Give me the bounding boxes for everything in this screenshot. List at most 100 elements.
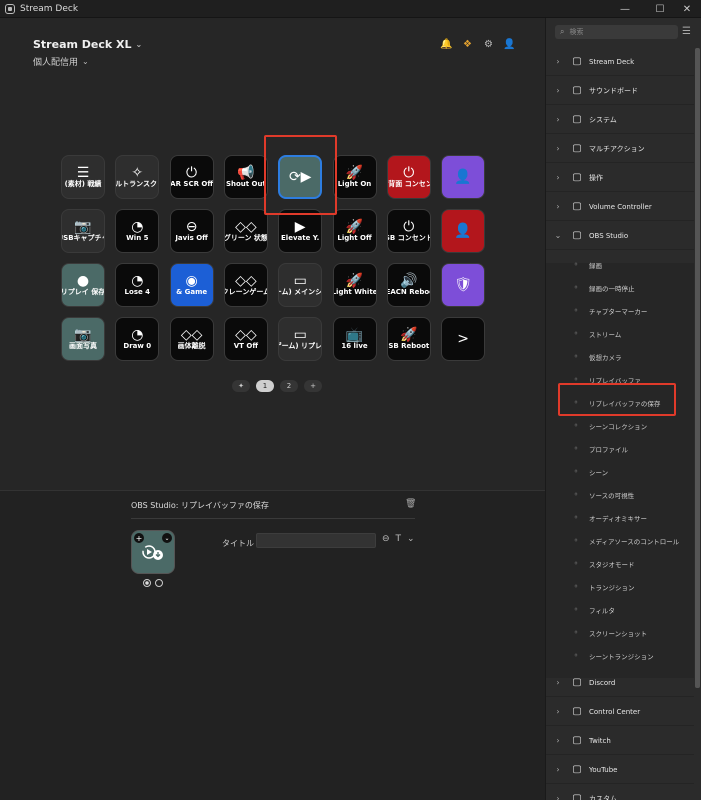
chevron-right-icon[interactable]: › [546, 173, 570, 182]
state-radio-2[interactable] [155, 579, 163, 587]
deck-key[interactable]: ◔ Win 5 [115, 209, 160, 253]
obs-action-item[interactable]: ◦ フィルタ [546, 598, 694, 621]
category-item[interactable]: › ▢ Volume Controller [546, 193, 694, 221]
category-item[interactable]: ⌄ ▢ OBS Studio [546, 222, 694, 250]
chevron-right-icon[interactable]: › [546, 794, 570, 800]
minimize-button[interactable]: — [610, 0, 640, 18]
deck-key[interactable]: 🚀 SB Reboot [386, 317, 431, 361]
chevron-right-icon[interactable]: › [546, 736, 570, 745]
deck-key[interactable]: 🚀 Light On [332, 155, 377, 199]
category-item[interactable]: › ▢ カスタム [546, 785, 694, 800]
chevron-right-icon[interactable]: › [546, 765, 570, 774]
chevron-down-icon[interactable]: ⌄ [546, 231, 570, 240]
page-2-button[interactable]: 2 [280, 380, 298, 392]
title-input[interactable] [256, 533, 376, 548]
link-icon[interactable]: ⊖ [382, 534, 390, 544]
state-radio-1[interactable] [143, 579, 151, 587]
obs-action-item[interactable]: ◦ スタジオモード [546, 552, 694, 575]
profile-selector[interactable]: 個人配信用 ⌄ [33, 55, 142, 68]
category-item[interactable]: › ▢ YouTube [546, 756, 694, 784]
deck-key[interactable]: ✧ーカルトランスク 英語 [115, 155, 160, 199]
obs-action-item[interactable]: ◦ 録画 [546, 253, 694, 276]
chevron-right-icon[interactable]: › [546, 678, 570, 687]
deck-key[interactable]: > [441, 317, 486, 361]
obs-action-item[interactable]: ◦ シーントランジション [546, 644, 694, 667]
deck-key[interactable]: ◉ & Game [169, 263, 214, 307]
obs-action-item[interactable]: ◦ シーンコレクション [546, 414, 694, 437]
chevron-down-icon[interactable]: ⌄ [407, 534, 415, 544]
deck-key[interactable]: 🔊BEACN Reboot [386, 263, 431, 307]
chevron-down-icon[interactable]: ⌄ [162, 533, 172, 543]
category-item[interactable]: › ▢ Stream Deck [546, 48, 694, 76]
font-toggle[interactable]: T [396, 534, 402, 544]
page-1-button[interactable]: 1 [256, 380, 274, 392]
category-item[interactable]: › ▢ システム [546, 106, 694, 134]
key-icon: ◔ [131, 327, 144, 343]
chevron-right-icon[interactable]: › [546, 115, 570, 124]
category-item[interactable]: › ▢ Control Center [546, 698, 694, 726]
marketplace-icon[interactable]: ❖ [461, 38, 474, 51]
obs-action-item[interactable]: ◦ 録画の一時停止 [546, 276, 694, 299]
deck-key[interactable]: ◇◇ 画体離脱 [169, 317, 214, 361]
category-item[interactable]: › ▢ Discord [546, 669, 694, 697]
deck-key[interactable]: ◇◇ クレーンゲーム [223, 263, 268, 307]
action-preview-key[interactable]: + ⌄ [131, 530, 175, 574]
sidebar-scrollbar[interactable] [695, 48, 700, 688]
trash-icon[interactable]: 🗑 [405, 499, 416, 509]
account-icon[interactable]: 👤 [503, 38, 516, 51]
chevron-right-icon[interactable]: › [546, 57, 570, 66]
obs-action-item[interactable]: ◦ 仮想カメラ [546, 345, 694, 368]
deck-key[interactable]: 📷USBキャプチャ [61, 209, 105, 253]
maximize-button[interactable]: ☐ [645, 0, 675, 18]
deck-key[interactable]: ◔ Draw 0 [115, 317, 160, 361]
deck-key[interactable]: 👤 [441, 209, 486, 253]
add-icon[interactable]: + [134, 533, 144, 543]
close-button[interactable]: ✕ [672, 0, 701, 18]
deck-key[interactable]: 🚀 Light White [332, 263, 377, 307]
add-page-button[interactable]: + [304, 380, 322, 392]
deck-key[interactable]: ▶ Elevate Y. [278, 209, 323, 253]
gear-icon[interactable]: ⚙ [482, 38, 495, 51]
deck-key[interactable]: ⏻SB背面 コンセント [386, 155, 431, 199]
obs-action-item[interactable]: ◦ トランジション [546, 575, 694, 598]
deck-key[interactable]: 🚀 Light Off [332, 209, 377, 253]
list-view-icon[interactable]: ☰ [682, 26, 691, 37]
bell-icon[interactable]: 🔔 [440, 38, 453, 51]
key-icon: 🔊 [400, 273, 418, 289]
obs-action-item[interactable]: ◦ プロファイル [546, 437, 694, 460]
pin-icon[interactable]: ✦ [232, 380, 250, 392]
category-item[interactable]: › ▢ マルチアクション [546, 135, 694, 163]
deck-key[interactable]: ⏻ SB コンセント [386, 209, 431, 253]
deck-key[interactable]: ◔ Lose 4 [115, 263, 160, 307]
deck-key[interactable]: 📷 画面写真 [61, 317, 105, 361]
deck-key[interactable]: ◇◇ グリーン 状態 [223, 209, 268, 253]
deck-key[interactable]: 👤 [441, 155, 486, 199]
category-item[interactable]: › ▢ サウンドボード [546, 77, 694, 105]
deck-key[interactable]: 📢 Shout Out [223, 155, 268, 199]
obs-action-item[interactable]: ◦ ストリーム [546, 322, 694, 345]
deck-key[interactable]: 🛡 [441, 263, 486, 307]
obs-action-item[interactable]: ◦ ソースの可視性 [546, 483, 694, 506]
deck-key[interactable]: ☰ (素材) 戦績 [61, 155, 105, 199]
category-item[interactable]: › ▢ Twitch [546, 727, 694, 755]
chevron-right-icon[interactable]: › [546, 144, 570, 153]
obs-action-item[interactable]: ◦ チャプターマーカー [546, 299, 694, 322]
deck-key[interactable]: ▭(ゲーム) メインシーン [278, 263, 323, 307]
deck-key[interactable]: ⊖ Javis Off [169, 209, 214, 253]
deck-key[interactable]: ◇◇ VT Off [223, 317, 268, 361]
category-item[interactable]: › ▢ 操作 [546, 164, 694, 192]
search-box[interactable]: ⌕ [555, 25, 678, 39]
deck-key[interactable]: 📺 16 live [332, 317, 377, 361]
chevron-right-icon[interactable]: › [546, 202, 570, 211]
obs-action-item[interactable]: ◦ スクリーンショット [546, 621, 694, 644]
obs-action-item[interactable]: ◦ メディアソースのコントロール [546, 529, 694, 552]
chevron-right-icon[interactable]: › [546, 707, 570, 716]
deck-key[interactable]: ⏻ AR SCR Off [169, 155, 214, 199]
deck-key[interactable]: ▭(ゲーム) リプレイ [278, 317, 323, 361]
search-input[interactable] [569, 28, 660, 36]
chevron-right-icon[interactable]: › [546, 86, 570, 95]
deck-key[interactable]: ● リプレイ 保存 [61, 263, 105, 307]
obs-action-item[interactable]: ◦ オーディオミキサー [546, 506, 694, 529]
obs-action-item[interactable]: ◦ シーン [546, 460, 694, 483]
device-selector[interactable]: Stream Deck XL ⌄ [33, 38, 142, 51]
